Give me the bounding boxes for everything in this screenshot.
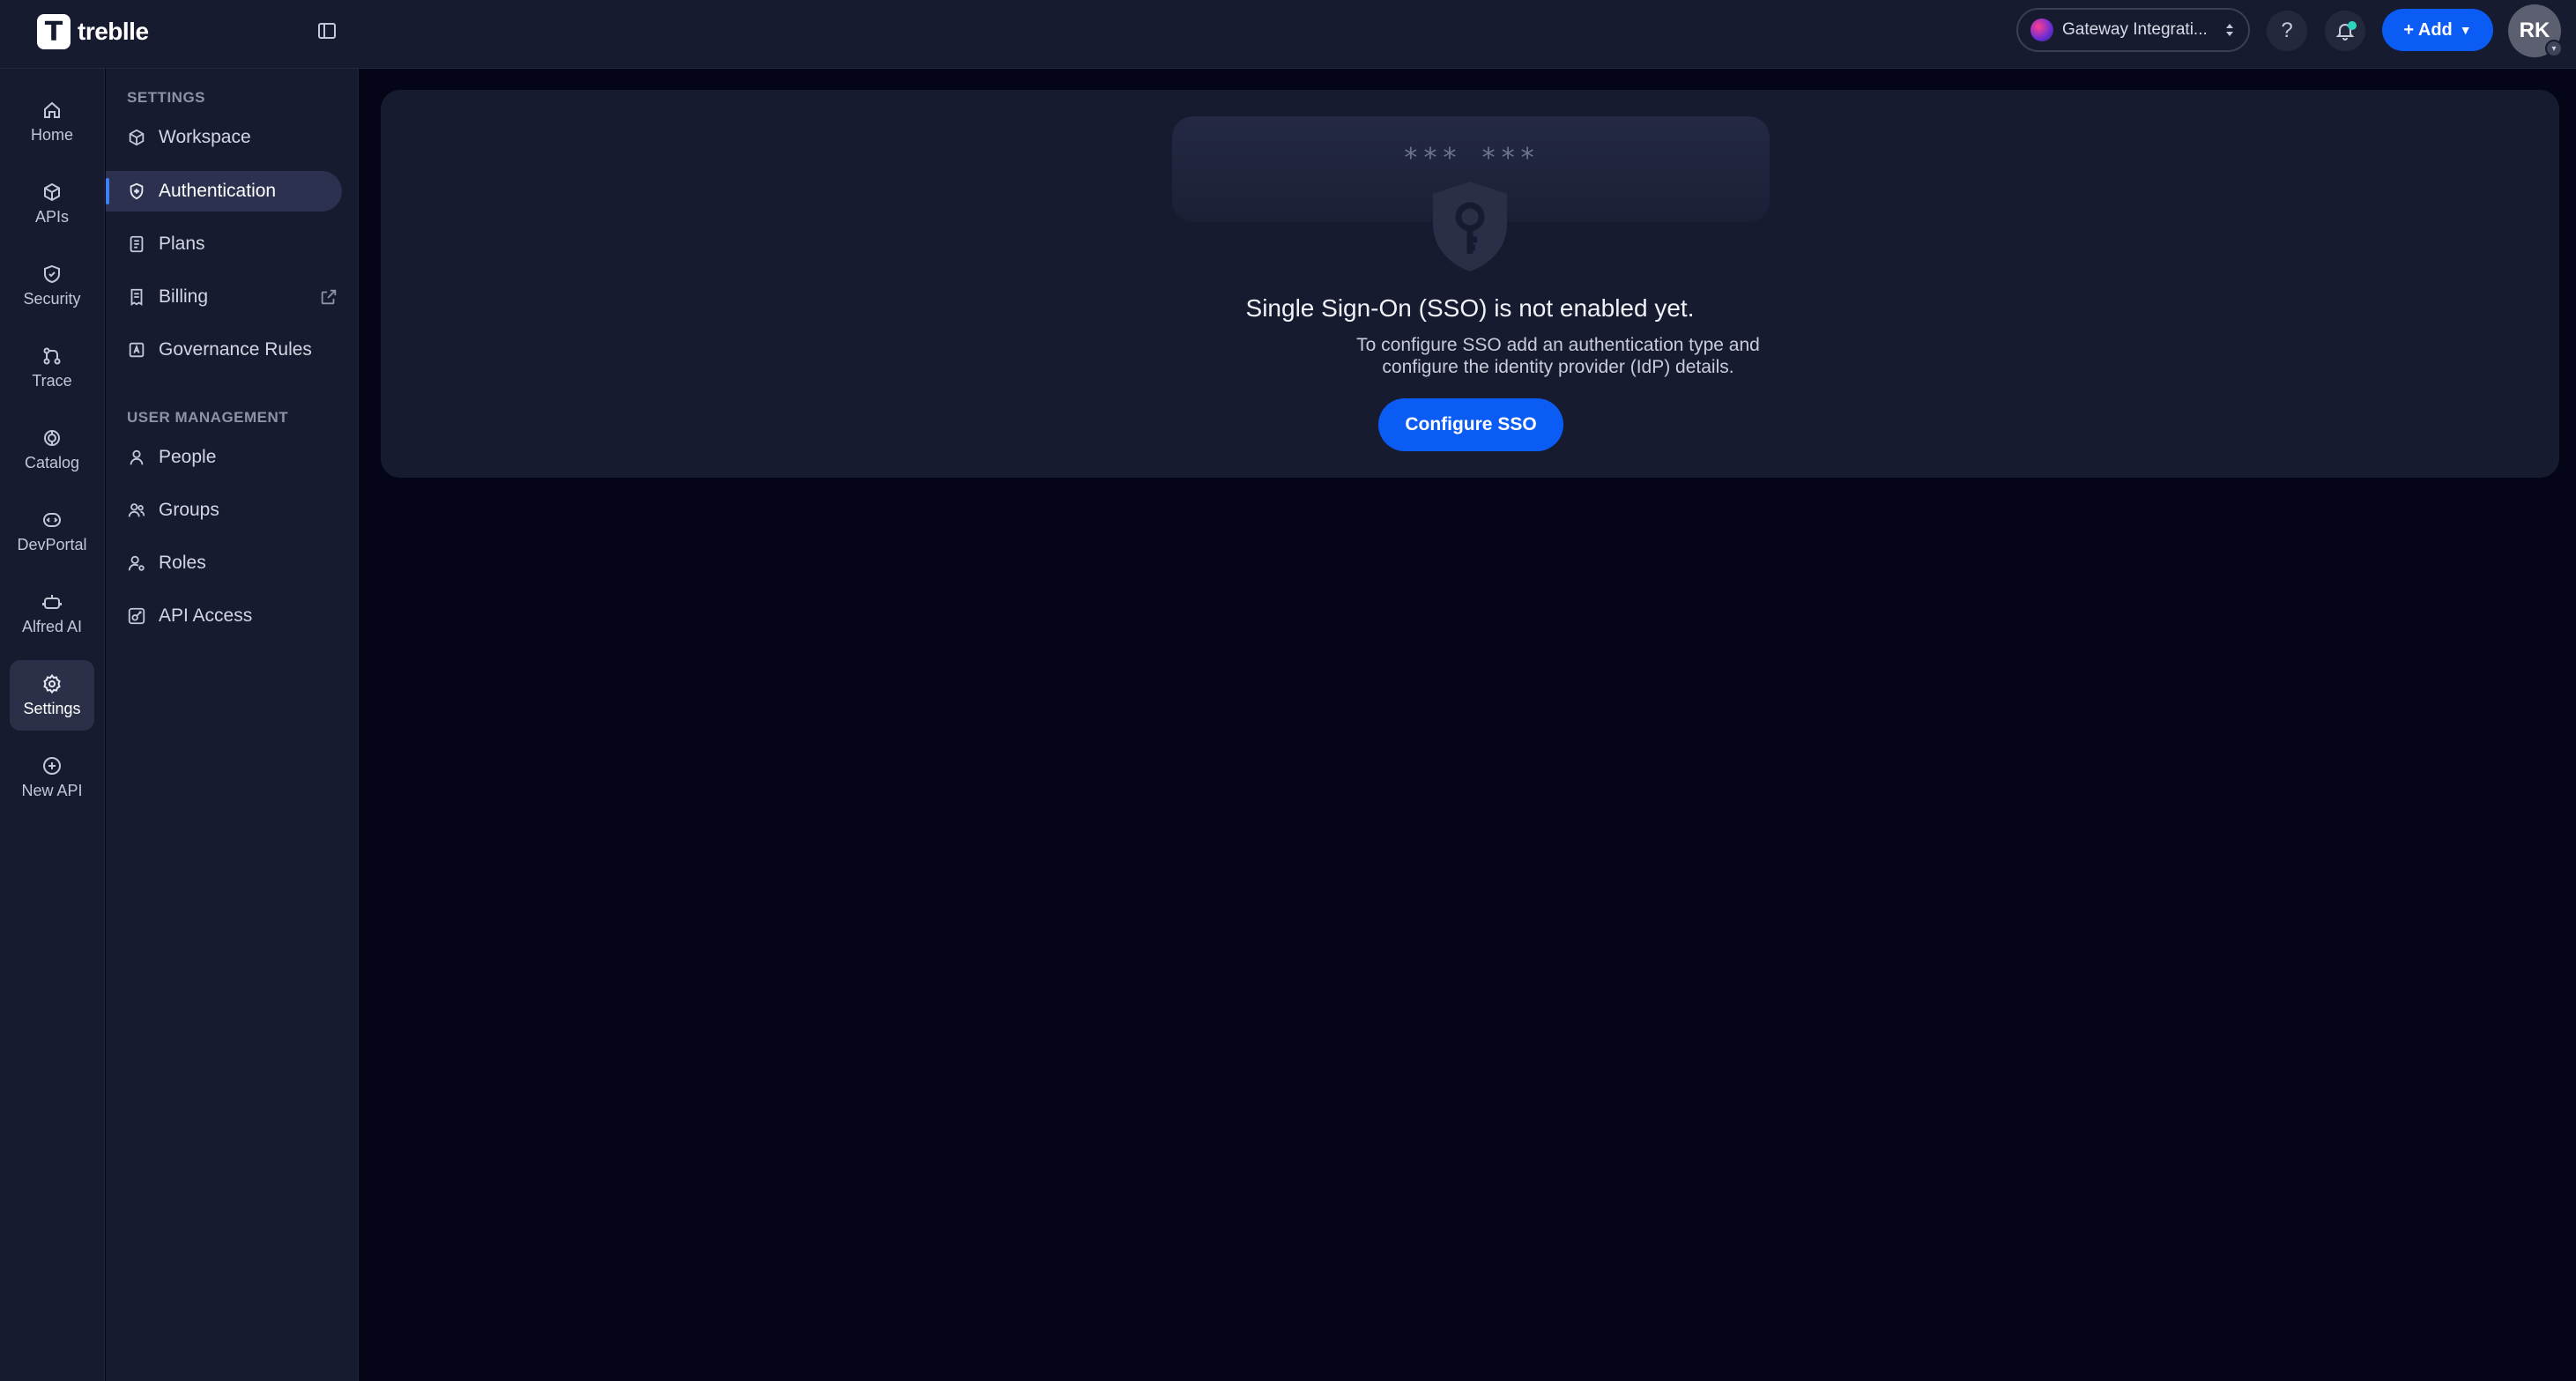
receipt-icon [130, 288, 143, 306]
sidebar-item-groups[interactable]: Groups [106, 490, 342, 531]
brand-name: treblle [78, 18, 149, 45]
shield-icon [44, 264, 60, 283]
rail-label: Home [30, 125, 73, 144]
user-avatar[interactable]: RK ▾ [2508, 4, 2563, 57]
sidebar-item-label: API Access [159, 605, 253, 626]
logo[interactable]: T treblle [37, 12, 149, 51]
sidebar-item-label: Authentication [159, 181, 277, 201]
add-button-label: + Add [2403, 19, 2453, 40]
help-icon: ? [2281, 19, 2293, 42]
governance-icon [129, 342, 145, 358]
caret-down-icon: ▼ [2459, 23, 2472, 37]
workspace-label: Gateway Integrati... [2062, 20, 2208, 39]
chevron-up-down-icon [2226, 24, 2233, 36]
treblle-logo-icon: T [37, 14, 71, 49]
sidebar-toggle-icon [318, 23, 336, 39]
icon-rail: Home APIs Security Trace Catalog DevPort… [0, 69, 105, 1381]
sidebar-item-label: Plans [159, 234, 205, 254]
collapse-sidebar-button[interactable] [314, 18, 340, 44]
help-button[interactable]: ? [2267, 11, 2307, 51]
external-link-icon [321, 289, 337, 305]
cube-icon [44, 182, 60, 201]
sidebar-item-label: Governance Rules [159, 339, 312, 360]
plus-circle-icon [43, 756, 61, 775]
sso-description: To configure SSO add an authentication t… [1206, 334, 1911, 378]
sso-description-line: configure the identity provider (IdP) de… [1382, 357, 1734, 377]
rail-item-catalog[interactable]: Catalog [10, 414, 94, 485]
rail-item-alfred-ai[interactable]: Alfred AI [10, 578, 94, 649]
sidebar-item-plans[interactable]: Plans [106, 224, 342, 264]
sso-description-line: To configure SSO add an authentication t… [1356, 335, 1760, 355]
sidebar-item-billing[interactable]: Billing [106, 277, 342, 317]
sidebar-item-label: Groups [159, 500, 219, 520]
top-bar: T treblle Gateway Integrati... ? + Add ▼… [0, 0, 2576, 69]
sidebar-item-roles[interactable]: Roles [106, 543, 342, 583]
rail-label: Catalog [24, 453, 80, 471]
home-icon [44, 101, 60, 118]
cube-icon [129, 129, 145, 146]
sidebar-item-label: Workspace [159, 127, 251, 147]
rail-item-trace[interactable]: Trace [10, 332, 94, 403]
document-icon [130, 235, 144, 253]
sidebar-item-label: Roles [159, 553, 206, 573]
avatar-initials: RK [2519, 19, 2550, 42]
sso-empty-state-card: *** *** Single Sign-On (SSO) is not enab… [381, 90, 2559, 478]
sidebar-item-api-access[interactable]: API Access [106, 596, 342, 636]
sidebar-item-governance-rules[interactable]: Governance Rules [106, 330, 342, 370]
rail-item-new-api[interactable]: New API [10, 742, 94, 813]
trace-icon [43, 347, 61, 364]
catalog-icon [44, 429, 60, 446]
settings-heading: SETTINGS [127, 89, 206, 106]
rail-label: Trace [32, 371, 72, 390]
shield-key-icon [1433, 182, 1507, 271]
add-button[interactable]: + Add ▼ [2382, 9, 2493, 51]
rail-label: New API [21, 781, 83, 799]
rail-label: Alfred AI [21, 617, 83, 635]
robot-icon [42, 594, 62, 609]
key-square-icon [128, 607, 145, 625]
sidebar-item-authentication[interactable]: Authentication [106, 171, 342, 212]
fingerprint-icon [130, 182, 144, 200]
devportal-icon [43, 512, 61, 527]
rail-item-security[interactable]: Security [10, 250, 94, 321]
sso-title: Single Sign-On (SSO) is not enabled yet. [1245, 294, 1695, 322]
rail-label: APIs [34, 207, 69, 226]
notifications-button[interactable] [2325, 11, 2365, 51]
user-gear-icon [128, 555, 145, 571]
rail-label: Settings [23, 699, 81, 717]
password-mask: *** *** [1402, 143, 1540, 174]
rail-item-apis[interactable]: APIs [10, 168, 94, 239]
sidebar-item-label: Billing [159, 286, 209, 307]
rail-label: DevPortal [17, 535, 87, 553]
notification-dot [2348, 21, 2357, 30]
sidebar-item-label: People [159, 447, 217, 467]
sidebar-item-people[interactable]: People [106, 437, 342, 478]
settings-sidebar: SETTINGS Workspace Authentication Plans … [106, 69, 359, 1381]
workspace-select[interactable]: Gateway Integrati... [2016, 8, 2250, 52]
users-icon [128, 503, 145, 517]
workspace-avatar-icon [2030, 19, 2053, 41]
avatar-caret-icon: ▾ [2545, 40, 2563, 57]
rail-item-devportal[interactable]: DevPortal [10, 496, 94, 567]
user-icon [130, 449, 144, 465]
rail-label: Security [23, 289, 81, 308]
rail-item-home[interactable]: Home [10, 86, 94, 157]
configure-sso-button[interactable]: Configure SSO [1378, 398, 1563, 451]
gear-icon [43, 673, 61, 694]
rail-item-settings[interactable]: Settings [10, 660, 94, 731]
user-management-heading: USER MANAGEMENT [127, 409, 289, 426]
sidebar-item-workspace[interactable]: Workspace [106, 117, 342, 158]
